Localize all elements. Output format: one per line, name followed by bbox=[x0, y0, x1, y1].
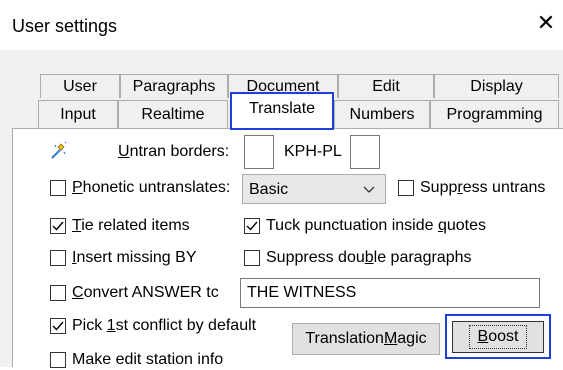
untran-border-left-input[interactable] bbox=[244, 135, 274, 169]
translation-magic-button[interactable]: Translation Magic bbox=[292, 323, 440, 355]
suppress-double-label: Suppress double paragraphs bbox=[266, 249, 472, 266]
tab-input[interactable]: Input bbox=[38, 100, 118, 128]
convert-answer-label: Convert ANSWER tc bbox=[72, 284, 219, 301]
suppress-double-checkbox[interactable] bbox=[244, 250, 260, 266]
untran-border-mid-value: KPH-PL bbox=[284, 143, 342, 160]
untran-border-right-input[interactable] bbox=[350, 135, 380, 169]
make-edit-station-checkbox[interactable] bbox=[50, 352, 66, 368]
chevron-down-icon bbox=[363, 175, 375, 216]
tab-user[interactable]: User bbox=[40, 74, 120, 98]
convert-answer-input[interactable]: THE WITNESS bbox=[240, 278, 540, 308]
suppress-untrans-checkbox[interactable] bbox=[398, 180, 414, 196]
boost-button-label: Boost bbox=[468, 325, 528, 349]
phonetic-untranslates-label: Phonetic untranslates: bbox=[72, 179, 231, 196]
tab-paragraphs[interactable]: Paragraphs bbox=[120, 74, 228, 98]
boost-button[interactable]: Boost bbox=[452, 321, 544, 353]
phonetic-select[interactable]: Basic bbox=[242, 174, 386, 204]
tie-related-label: Tie related items bbox=[72, 217, 190, 234]
convert-answer-checkbox[interactable] bbox=[50, 285, 66, 301]
tab-display[interactable]: Display bbox=[434, 74, 559, 98]
untran-borders-label: Untran borders: bbox=[118, 143, 230, 160]
tab-realtime[interactable]: Realtime bbox=[118, 100, 228, 128]
pick-first-conflict-label: Pick 1st conflict by default bbox=[72, 317, 257, 334]
insert-missing-by-label: Insert missing BY bbox=[72, 249, 197, 266]
tuck-punctuation-checkbox[interactable] bbox=[244, 218, 260, 234]
suppress-untrans-label: Suppress untrans bbox=[420, 179, 546, 196]
tab-translate[interactable]: Translate bbox=[230, 92, 334, 130]
make-edit-station-label: Make edit station info bbox=[72, 351, 224, 368]
tie-related-checkbox[interactable] bbox=[50, 218, 66, 234]
pick-first-conflict-checkbox[interactable] bbox=[50, 318, 66, 334]
window-title: User settings bbox=[12, 16, 118, 36]
close-icon[interactable]: ✕ bbox=[534, 10, 558, 36]
insert-missing-by-checkbox[interactable] bbox=[50, 250, 66, 266]
phonetic-untranslates-checkbox[interactable] bbox=[50, 180, 66, 196]
magic-wand-icon bbox=[48, 138, 68, 162]
tab-numbers[interactable]: Numbers bbox=[334, 100, 430, 128]
phonetic-select-value: Basic bbox=[249, 181, 289, 198]
tuck-punctuation-label: Tuck punctuation inside quotes bbox=[266, 217, 486, 234]
tab-programming[interactable]: Programming bbox=[430, 100, 559, 128]
tab-edit[interactable]: Edit bbox=[338, 74, 434, 98]
